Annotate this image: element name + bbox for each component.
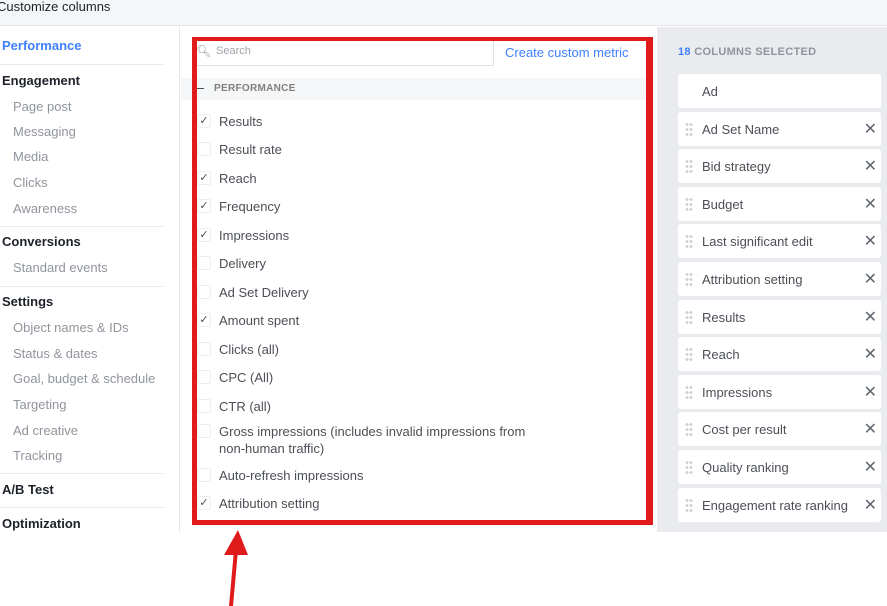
arrow-shaft: [229, 549, 238, 606]
arrow-head: [224, 530, 248, 555]
annotation-arrow: [224, 530, 248, 606]
